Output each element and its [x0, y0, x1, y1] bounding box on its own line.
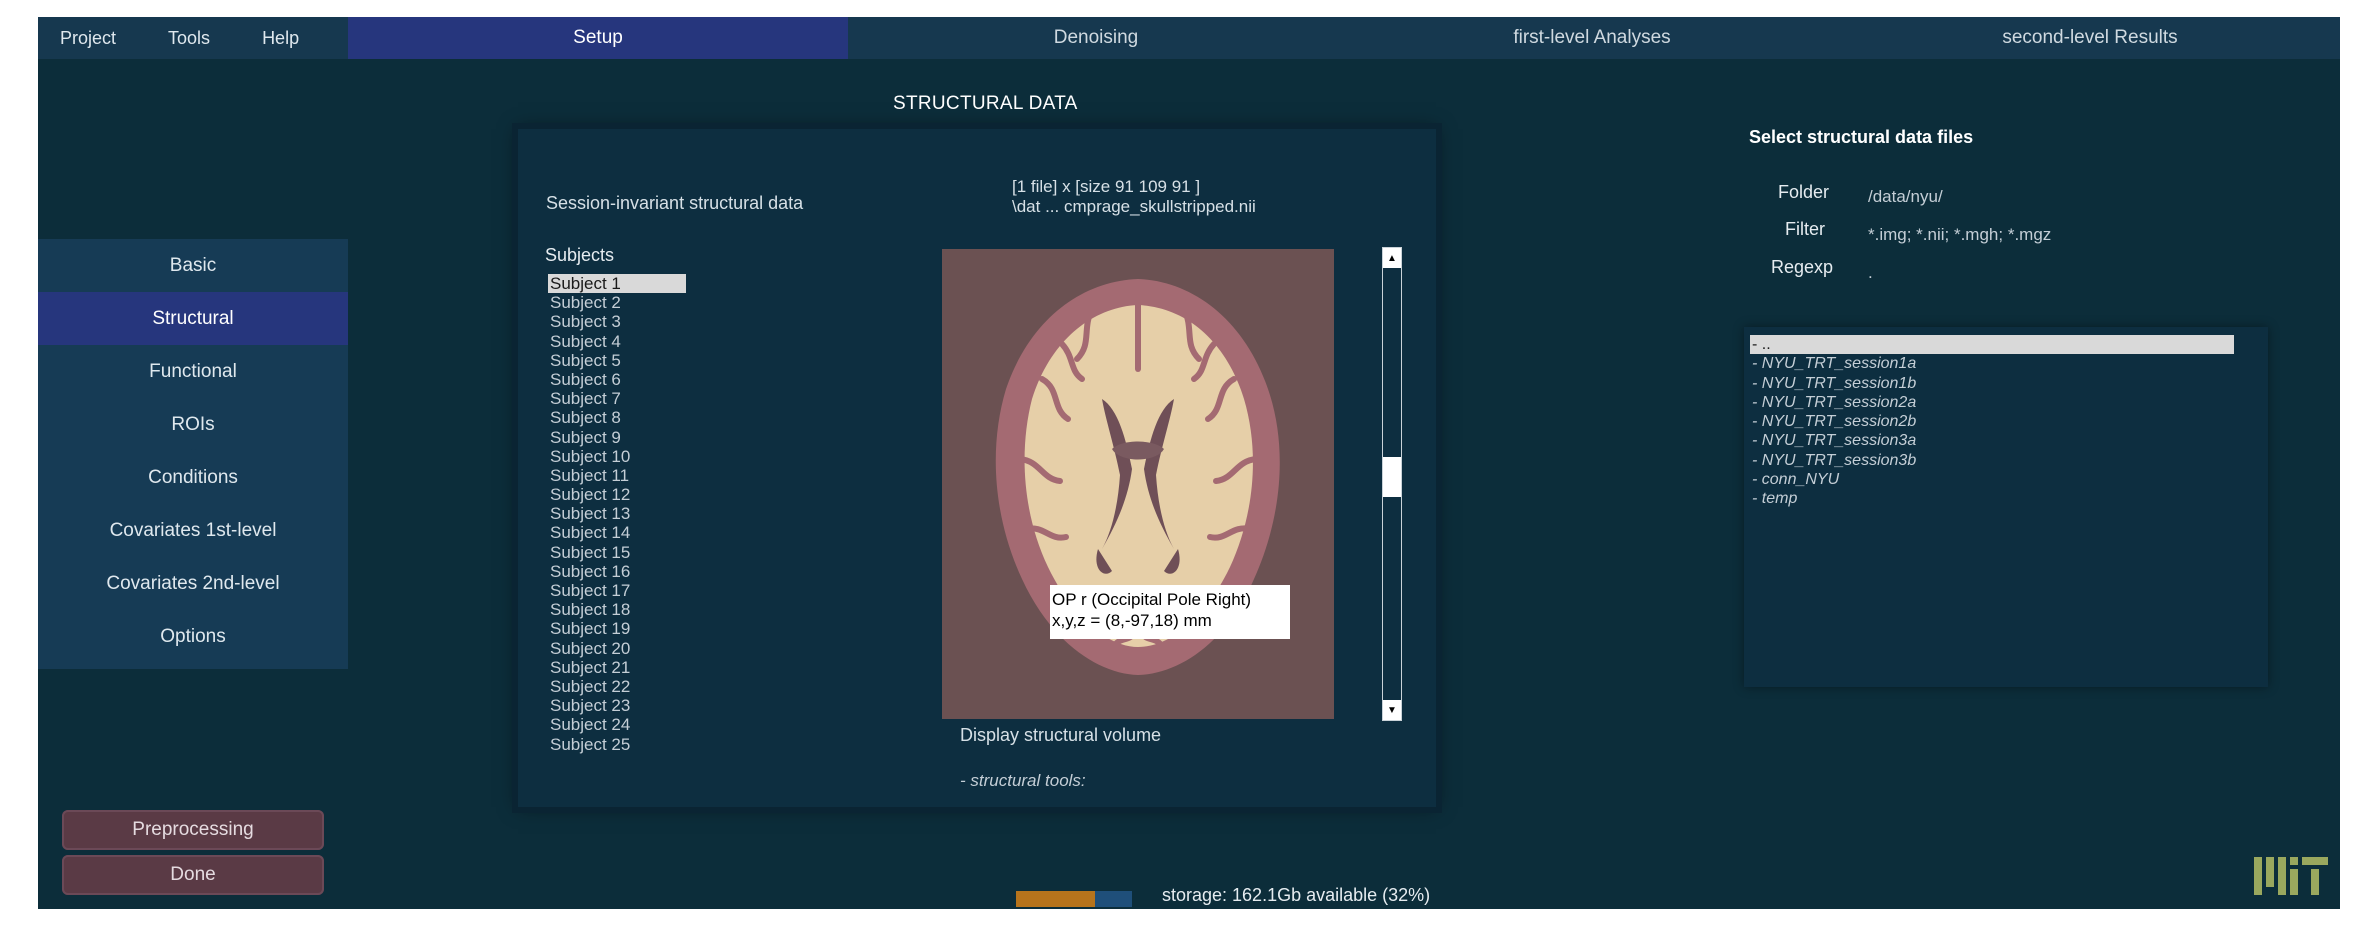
- brain-slice-image: [942, 249, 1334, 719]
- scrollbar-thumb[interactable]: [1383, 457, 1401, 498]
- sidebar-item-rois[interactable]: ROIs: [38, 398, 348, 451]
- menu-tools[interactable]: Tools: [168, 28, 210, 49]
- preprocessing-button[interactable]: Preprocessing: [62, 810, 324, 850]
- subject-list-item[interactable]: Subject 16: [548, 562, 708, 581]
- subjects-list[interactable]: Subject 1 Subject 2 Subject 3 Subject 4 Subj…: [548, 274, 708, 754]
- scroll-up-arrow-icon[interactable]: ▲: [1383, 248, 1401, 268]
- structural-data-panel: Session-invariant structural data Subjec…: [518, 129, 1436, 807]
- scroll-down-arrow-icon[interactable]: ▼: [1383, 700, 1401, 720]
- subject-list-item[interactable]: Subject 9: [548, 428, 708, 447]
- file-list-item[interactable]: - ..: [1750, 335, 2234, 355]
- subject-list-item[interactable]: Subject 20: [548, 639, 708, 658]
- subject-list-item[interactable]: Subject 10: [548, 447, 708, 466]
- brain-slice-view[interactable]: OP r (Occipital Pole Right) x,y,z = (8,-…: [942, 249, 1334, 719]
- file-info: [1 file] x [size 91 109 91 ] \dat ... cm…: [1012, 177, 1256, 217]
- file-info-size: [1 file] x [size 91 109 91 ]: [1012, 177, 1201, 196]
- subject-list-item[interactable]: Subject 5: [548, 351, 708, 370]
- subject-list-item[interactable]: Subject 14: [548, 523, 708, 542]
- file-list-item[interactable]: - temp: [1750, 489, 2234, 508]
- file-list-item[interactable]: - NYU_TRT_session3b: [1750, 451, 2234, 470]
- subject-list-item[interactable]: Subject 22: [548, 677, 708, 696]
- file-selector-title: Select structural data files: [1749, 127, 1974, 147]
- subject-list-item[interactable]: Subject 21: [548, 658, 708, 677]
- filter-label: Filter: [1785, 219, 1825, 239]
- display-structural-volume-label[interactable]: Display structural volume: [960, 725, 1161, 746]
- tooltip-region: OP r (Occipital Pole Right): [1052, 590, 1252, 609]
- sidebar-item-conditions[interactable]: Conditions: [38, 451, 348, 504]
- tab-second-level-results[interactable]: second-level Results: [1840, 17, 2340, 59]
- file-list-item[interactable]: - NYU_TRT_session2a: [1750, 393, 2234, 412]
- sidebar-item-basic[interactable]: Basic: [38, 239, 348, 292]
- filter-field[interactable]: *.img; *.nii; *.mgh; *.mgz: [1868, 225, 2051, 245]
- storage-bar: [1016, 891, 1132, 907]
- file-list-item[interactable]: - NYU_TRT_session1a: [1750, 354, 2234, 373]
- menu-bar: Project Tools Help Setup Denoising first…: [38, 17, 2340, 59]
- folder-value[interactable]: /data/nyu/: [1868, 187, 1943, 207]
- subject-list-item[interactable]: Subject 3: [548, 312, 708, 331]
- tooltip-coordinates: x,y,z = (8,-97,18) mm: [1052, 611, 1212, 630]
- file-list-item[interactable]: - NYU_TRT_session2b: [1750, 412, 2234, 431]
- menu-help[interactable]: Help: [262, 28, 299, 49]
- subjects-label: Subjects: [545, 245, 615, 265]
- done-button[interactable]: Done: [62, 855, 324, 895]
- main-menu: Project Tools Help: [38, 17, 348, 59]
- atlas-tooltip: OP r (Occipital Pole Right) x,y,z = (8,-…: [1050, 585, 1290, 639]
- subject-list-item[interactable]: Subject 2: [548, 293, 708, 312]
- tab-setup[interactable]: Setup: [348, 17, 848, 59]
- file-info-path: \dat ... cmprage_skullstripped.nii: [1012, 197, 1256, 216]
- subject-list-item[interactable]: Subject 25: [548, 735, 708, 754]
- conn-toolbox-window: Project Tools Help Setup Denoising first…: [38, 17, 2340, 909]
- mit-logo-icon: [2254, 857, 2328, 895]
- subject-list-item[interactable]: Subject 24: [548, 715, 708, 734]
- file-browser: - .. - NYU_TRT_session1a - NYU_TRT_session…: [1744, 327, 2268, 687]
- subject-list-item[interactable]: Subject 12: [548, 485, 708, 504]
- setup-sidebar: Basic Structural Functional ROIs Conditi…: [38, 239, 348, 669]
- subject-list-item[interactable]: Subject 7: [548, 389, 708, 408]
- file-list-item[interactable]: - conn_NYU: [1750, 470, 2234, 489]
- sidebar-item-covariates-2nd-level[interactable]: Covariates 2nd-level: [38, 557, 348, 610]
- subject-list-item[interactable]: Subject 23: [548, 696, 708, 715]
- subject-list-item[interactable]: Subject 15: [548, 543, 708, 562]
- subject-list-item[interactable]: Subject 19: [548, 619, 708, 638]
- sidebar-item-functional[interactable]: Functional: [38, 345, 348, 398]
- subject-list-item[interactable]: Subject 1: [548, 274, 686, 294]
- tab-denoising[interactable]: Denoising: [848, 17, 1344, 59]
- tab-first-level-analyses[interactable]: first-level Analyses: [1344, 17, 1840, 59]
- regexp-label: Regexp: [1771, 257, 1834, 277]
- subject-list-item[interactable]: Subject 18: [548, 600, 708, 619]
- structural-tools-menu[interactable]: - structural tools:: [960, 771, 1086, 791]
- subject-list-item[interactable]: Subject 4: [548, 332, 708, 351]
- step-tabs: Setup Denoising first-level Analyses sec…: [348, 17, 2340, 59]
- slice-scrollbar[interactable]: ▲ ▼: [1382, 247, 1402, 721]
- file-list-item[interactable]: - NYU_TRT_session1b: [1750, 374, 2234, 393]
- section-title: STRUCTURAL DATA: [893, 93, 1078, 114]
- subject-list-item[interactable]: Subject 17: [548, 581, 708, 600]
- subject-list-item[interactable]: Subject 13: [548, 504, 708, 523]
- subject-list-item[interactable]: Subject 6: [548, 370, 708, 389]
- storage-status: storage: 162.1Gb available (32%): [1162, 885, 1431, 905]
- sidebar-item-covariates-1st-level[interactable]: Covariates 1st-level: [38, 504, 348, 557]
- subject-list-item[interactable]: Subject 11: [548, 466, 708, 485]
- menu-project[interactable]: Project: [60, 28, 116, 49]
- sidebar-item-options[interactable]: Options: [38, 610, 348, 663]
- session-invariant-label: Session-invariant structural data: [546, 193, 804, 213]
- regexp-field[interactable]: .: [1868, 263, 1873, 283]
- subject-list-item[interactable]: Subject 8: [548, 408, 708, 427]
- file-list[interactable]: - .. - NYU_TRT_session1a - NYU_TRT_session…: [1750, 335, 2234, 509]
- storage-used-fill: [1016, 891, 1095, 907]
- folder-label: Folder: [1778, 182, 1830, 202]
- sidebar-item-structural[interactable]: Structural: [38, 292, 348, 345]
- file-list-item[interactable]: - NYU_TRT_session3a: [1750, 431, 2234, 450]
